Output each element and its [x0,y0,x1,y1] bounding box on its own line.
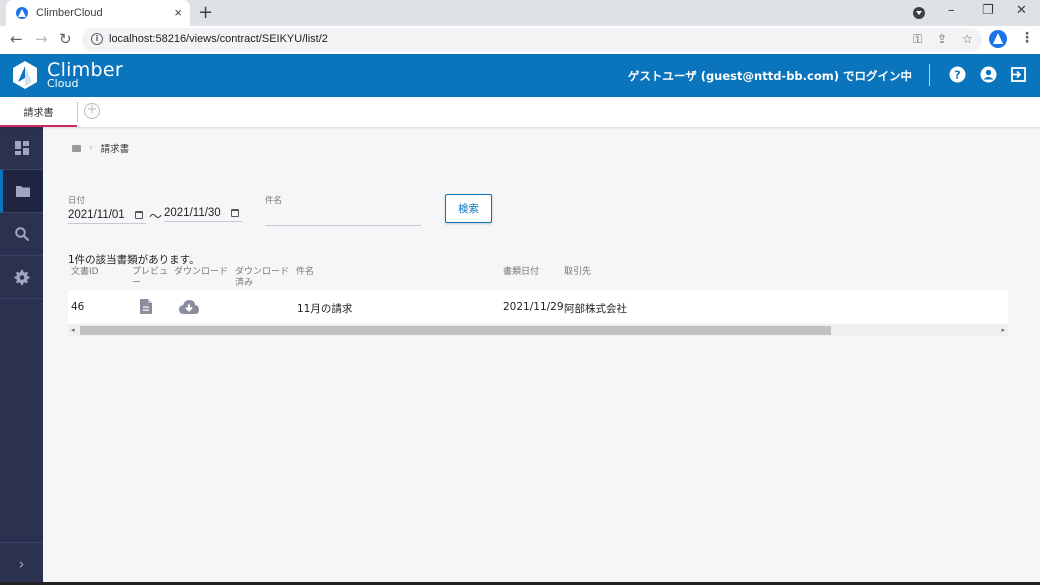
add-tab-button[interactable]: + [84,103,100,119]
address-bar[interactable]: i localhost:58216/views/contract/SEIKYU/… [82,28,982,52]
date-from-value: 2021/11/01 [68,208,125,221]
cell-partner: 阿部株式会社 [564,303,627,315]
date-to-input[interactable]: 2021/11/30 [164,204,242,222]
breadcrumb-separator: › [89,143,93,153]
date-to-value: 2021/11/30 [164,206,221,219]
breadcrumb-current: 請求書 [100,144,130,155]
date-from-field: 日付 2021/11/01 [68,194,146,224]
col-header-downloaded[interactable]: ダウンロード済み [235,267,293,289]
scroll-right-arrow[interactable]: ▸ [1001,326,1005,334]
help-icon[interactable]: ? [949,66,966,83]
reload-icon[interactable]: ↻ [59,30,72,48]
extension-icon[interactable] [989,30,1007,48]
document-icon[interactable] [140,299,152,314]
main-content: › 請求書 日付 2021/11/01 〜 2021/11/30 件名 検索 1… [43,127,1040,582]
date-range-separator: 〜 [149,210,163,225]
col-header-doc-id[interactable]: 文書ID [71,267,99,278]
col-header-download[interactable]: ダウンロード [174,267,228,278]
scroll-left-arrow[interactable]: ◂ [71,326,75,334]
minimize-button[interactable]: – [948,3,955,18]
account-icon[interactable] [980,66,997,83]
cell-subject[interactable]: 11月の請求 [297,301,352,316]
date-to-field: 2021/11/30 [164,194,242,222]
breadcrumb-folder-icon[interactable] [72,144,81,152]
svg-text:?: ? [954,69,960,82]
site-info-icon[interactable]: i [91,33,103,45]
restore-button[interactable]: ❐ [982,3,994,18]
cell-doc-id: 46 [71,301,85,313]
logout-icon[interactable] [1010,66,1027,83]
sidebar-item-settings[interactable] [0,256,43,299]
cell-doc-date: 2021/11/29 [503,301,564,313]
window-close-button[interactable]: ✕ [1016,3,1027,18]
gear-icon [14,270,29,285]
bookmark-star-icon[interactable]: ☆ [962,32,973,46]
sidebar-item-dashboard[interactable] [0,127,43,170]
share-icon[interactable]: ⇪ [937,32,947,46]
browser-tab[interactable]: ClimberCloud × [6,0,190,26]
new-tab-button[interactable]: + [198,2,213,23]
folder-icon [16,186,30,197]
search-icon [14,227,29,242]
sidebar-expand-button[interactable]: › [0,542,43,585]
header-divider [929,64,930,86]
logo[interactable]: Climber Cloud [11,60,123,90]
date-label: 日付 [68,196,86,206]
col-header-doc-date[interactable]: 書類日付 [503,267,539,278]
climbercloud-favicon-icon [16,7,28,19]
media-control-icon[interactable] [913,7,925,19]
browser-menu-icon[interactable]: ⋮ [1020,30,1034,46]
calendar-icon[interactable] [231,208,239,217]
sidebar-item-search[interactable] [0,213,43,256]
subject-label: 件名 [265,196,283,206]
breadcrumb: › 請求書 [72,141,129,155]
app-tabbar: 請求書 + [0,97,1040,127]
sidebar: › [0,127,43,585]
climber-logo-icon [11,60,39,90]
dashboard-icon [14,141,29,155]
login-status: ゲストユーザ (guest@nttd-bb.com) でログイン中 [627,69,912,83]
tab-close-icon[interactable]: × [174,5,182,20]
date-from-input[interactable]: 2021/11/01 [68,206,146,224]
search-button[interactable]: 検索 [445,194,492,223]
subject-input[interactable] [265,208,421,226]
col-header-preview[interactable]: プレビュー [132,267,172,289]
col-header-subject[interactable]: 件名 [296,267,314,278]
back-arrow-icon[interactable]: ← [10,30,23,48]
browser-toolbar: ← → ↻ i localhost:58216/views/contract/S… [0,26,1040,54]
sidebar-item-documents[interactable] [0,170,43,213]
url-text[interactable]: localhost:58216/views/contract/SEIKYU/li… [109,33,328,45]
calendar-icon[interactable] [135,210,143,219]
app-header: Climber Cloud ゲストユーザ (guest@nttd-bb.com)… [0,54,1040,97]
horizontal-scrollbar[interactable]: ◂ ▸ [68,324,1008,336]
col-header-partner[interactable]: 取引先 [564,267,591,278]
forward-arrow-icon[interactable]: → [35,30,48,48]
tab-divider [77,102,78,122]
cloud-download-icon[interactable] [179,300,199,314]
table-row[interactable]: 46 11月の請求 2021/11/29 阿部株式会社 [68,290,1008,324]
key-icon[interactable]: ⚿ [913,32,922,47]
result-count: 1件の該当書類があります。 [68,254,200,266]
browser-tabstrip: ClimberCloud × + – ❐ ✕ [0,0,1040,26]
tab-invoice[interactable]: 請求書 [0,97,77,127]
scrollbar-thumb[interactable] [80,326,831,335]
browser-tab-title: ClimberCloud [36,7,103,19]
subject-field: 件名 [265,194,421,226]
